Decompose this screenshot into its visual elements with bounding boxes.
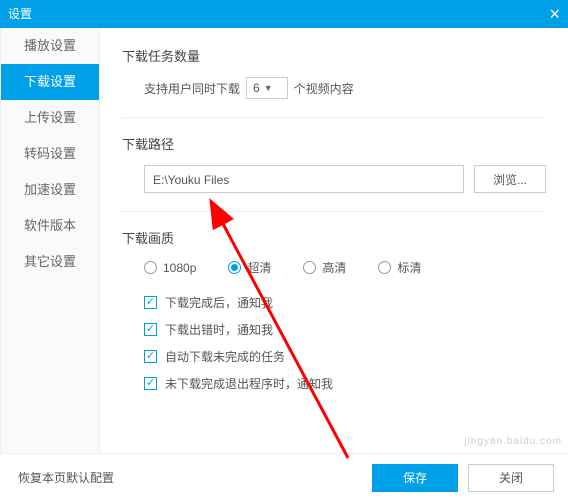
- download-quality-title: 下载画质: [122, 228, 546, 247]
- sidebar-item-version[interactable]: 软件版本: [1, 208, 99, 244]
- browse-button[interactable]: 浏览...: [474, 165, 546, 193]
- quality-radio-super[interactable]: 超清: [228, 259, 271, 276]
- notify-label: 下载完成后，通知我: [165, 294, 273, 311]
- quality-label: 高清: [322, 259, 346, 276]
- sidebar-item-transcode[interactable]: 转码设置: [1, 136, 99, 172]
- download-tasks-prefix: 支持用户同时下载: [144, 80, 240, 97]
- reset-defaults-link[interactable]: 恢复本页默认配置: [18, 469, 114, 486]
- sidebar-item-other[interactable]: 其它设置: [1, 244, 99, 280]
- save-button[interactable]: 保存: [372, 464, 458, 492]
- window-title: 设置: [8, 0, 32, 28]
- quality-label: 标清: [397, 259, 421, 276]
- body: 播放设置 下载设置 上传设置 转码设置 加速设置 软件版本 其它设置 下载任务数…: [0, 28, 568, 453]
- radio-icon: [228, 261, 241, 274]
- section-download-path: 下载路径 E:\Youku Files 浏览...: [122, 134, 546, 193]
- checkbox-icon: ✓: [144, 323, 157, 336]
- chevron-down-icon: ▼: [264, 83, 273, 93]
- quality-radio-hd[interactable]: 高清: [303, 259, 346, 276]
- download-tasks-value: 6: [253, 81, 260, 95]
- close-button[interactable]: 关闭: [468, 464, 554, 492]
- sidebar-item-upload[interactable]: 上传设置: [1, 100, 99, 136]
- quality-label: 1080p: [163, 261, 196, 275]
- download-path-input[interactable]: E:\Youku Files: [144, 165, 464, 193]
- notify-label: 下载出错时，通知我: [165, 321, 273, 338]
- download-tasks-title: 下载任务数量: [122, 46, 546, 65]
- download-path-title: 下载路径: [122, 134, 546, 153]
- quality-label: 超清: [247, 259, 271, 276]
- content-panel: 下载任务数量 支持用户同时下载 6 ▼ 个视频内容 下载路径 E:\Youku …: [100, 28, 568, 453]
- close-icon[interactable]: ×: [549, 0, 560, 28]
- footer: 恢复本页默认配置 保存 关闭: [0, 453, 568, 501]
- sidebar: 播放设置 下载设置 上传设置 转码设置 加速设置 软件版本 其它设置: [0, 28, 100, 453]
- download-tasks-suffix: 个视频内容: [294, 80, 354, 97]
- sidebar-item-accel[interactable]: 加速设置: [1, 172, 99, 208]
- download-tasks-select[interactable]: 6 ▼: [246, 77, 288, 99]
- sidebar-item-play[interactable]: 播放设置: [1, 28, 99, 64]
- radio-icon: [144, 261, 157, 274]
- notify-check-auto[interactable]: ✓ 自动下载未完成的任务: [144, 348, 546, 365]
- divider: [122, 211, 546, 212]
- notify-check-done[interactable]: ✓ 下载完成后，通知我: [144, 294, 546, 311]
- quality-radio-sd[interactable]: 标清: [378, 259, 421, 276]
- radio-icon: [303, 261, 316, 274]
- checkbox-icon: ✓: [144, 350, 157, 363]
- notify-label: 自动下载未完成的任务: [165, 348, 285, 365]
- notify-check-exit[interactable]: ✓ 未下载完成退出程序时，通知我: [144, 375, 546, 392]
- titlebar: 设置 ×: [0, 0, 568, 28]
- checkbox-icon: ✓: [144, 377, 157, 390]
- section-download-notify: ✓ 下载完成后，通知我 ✓ 下载出错时，通知我 ✓ 自动下载未完成的任务 ✓ 未…: [122, 294, 546, 392]
- section-download-tasks: 下载任务数量 支持用户同时下载 6 ▼ 个视频内容: [122, 46, 546, 99]
- sidebar-item-download[interactable]: 下载设置: [1, 64, 99, 100]
- quality-radio-1080p[interactable]: 1080p: [144, 259, 196, 276]
- watermark: jingyan.baidu.com: [464, 436, 562, 447]
- notify-check-error[interactable]: ✓ 下载出错时，通知我: [144, 321, 546, 338]
- notify-label: 未下载完成退出程序时，通知我: [165, 375, 333, 392]
- section-download-quality: 下载画质 1080p 超清 高清 标清: [122, 228, 546, 276]
- radio-icon: [378, 261, 391, 274]
- divider: [122, 117, 546, 118]
- checkbox-icon: ✓: [144, 296, 157, 309]
